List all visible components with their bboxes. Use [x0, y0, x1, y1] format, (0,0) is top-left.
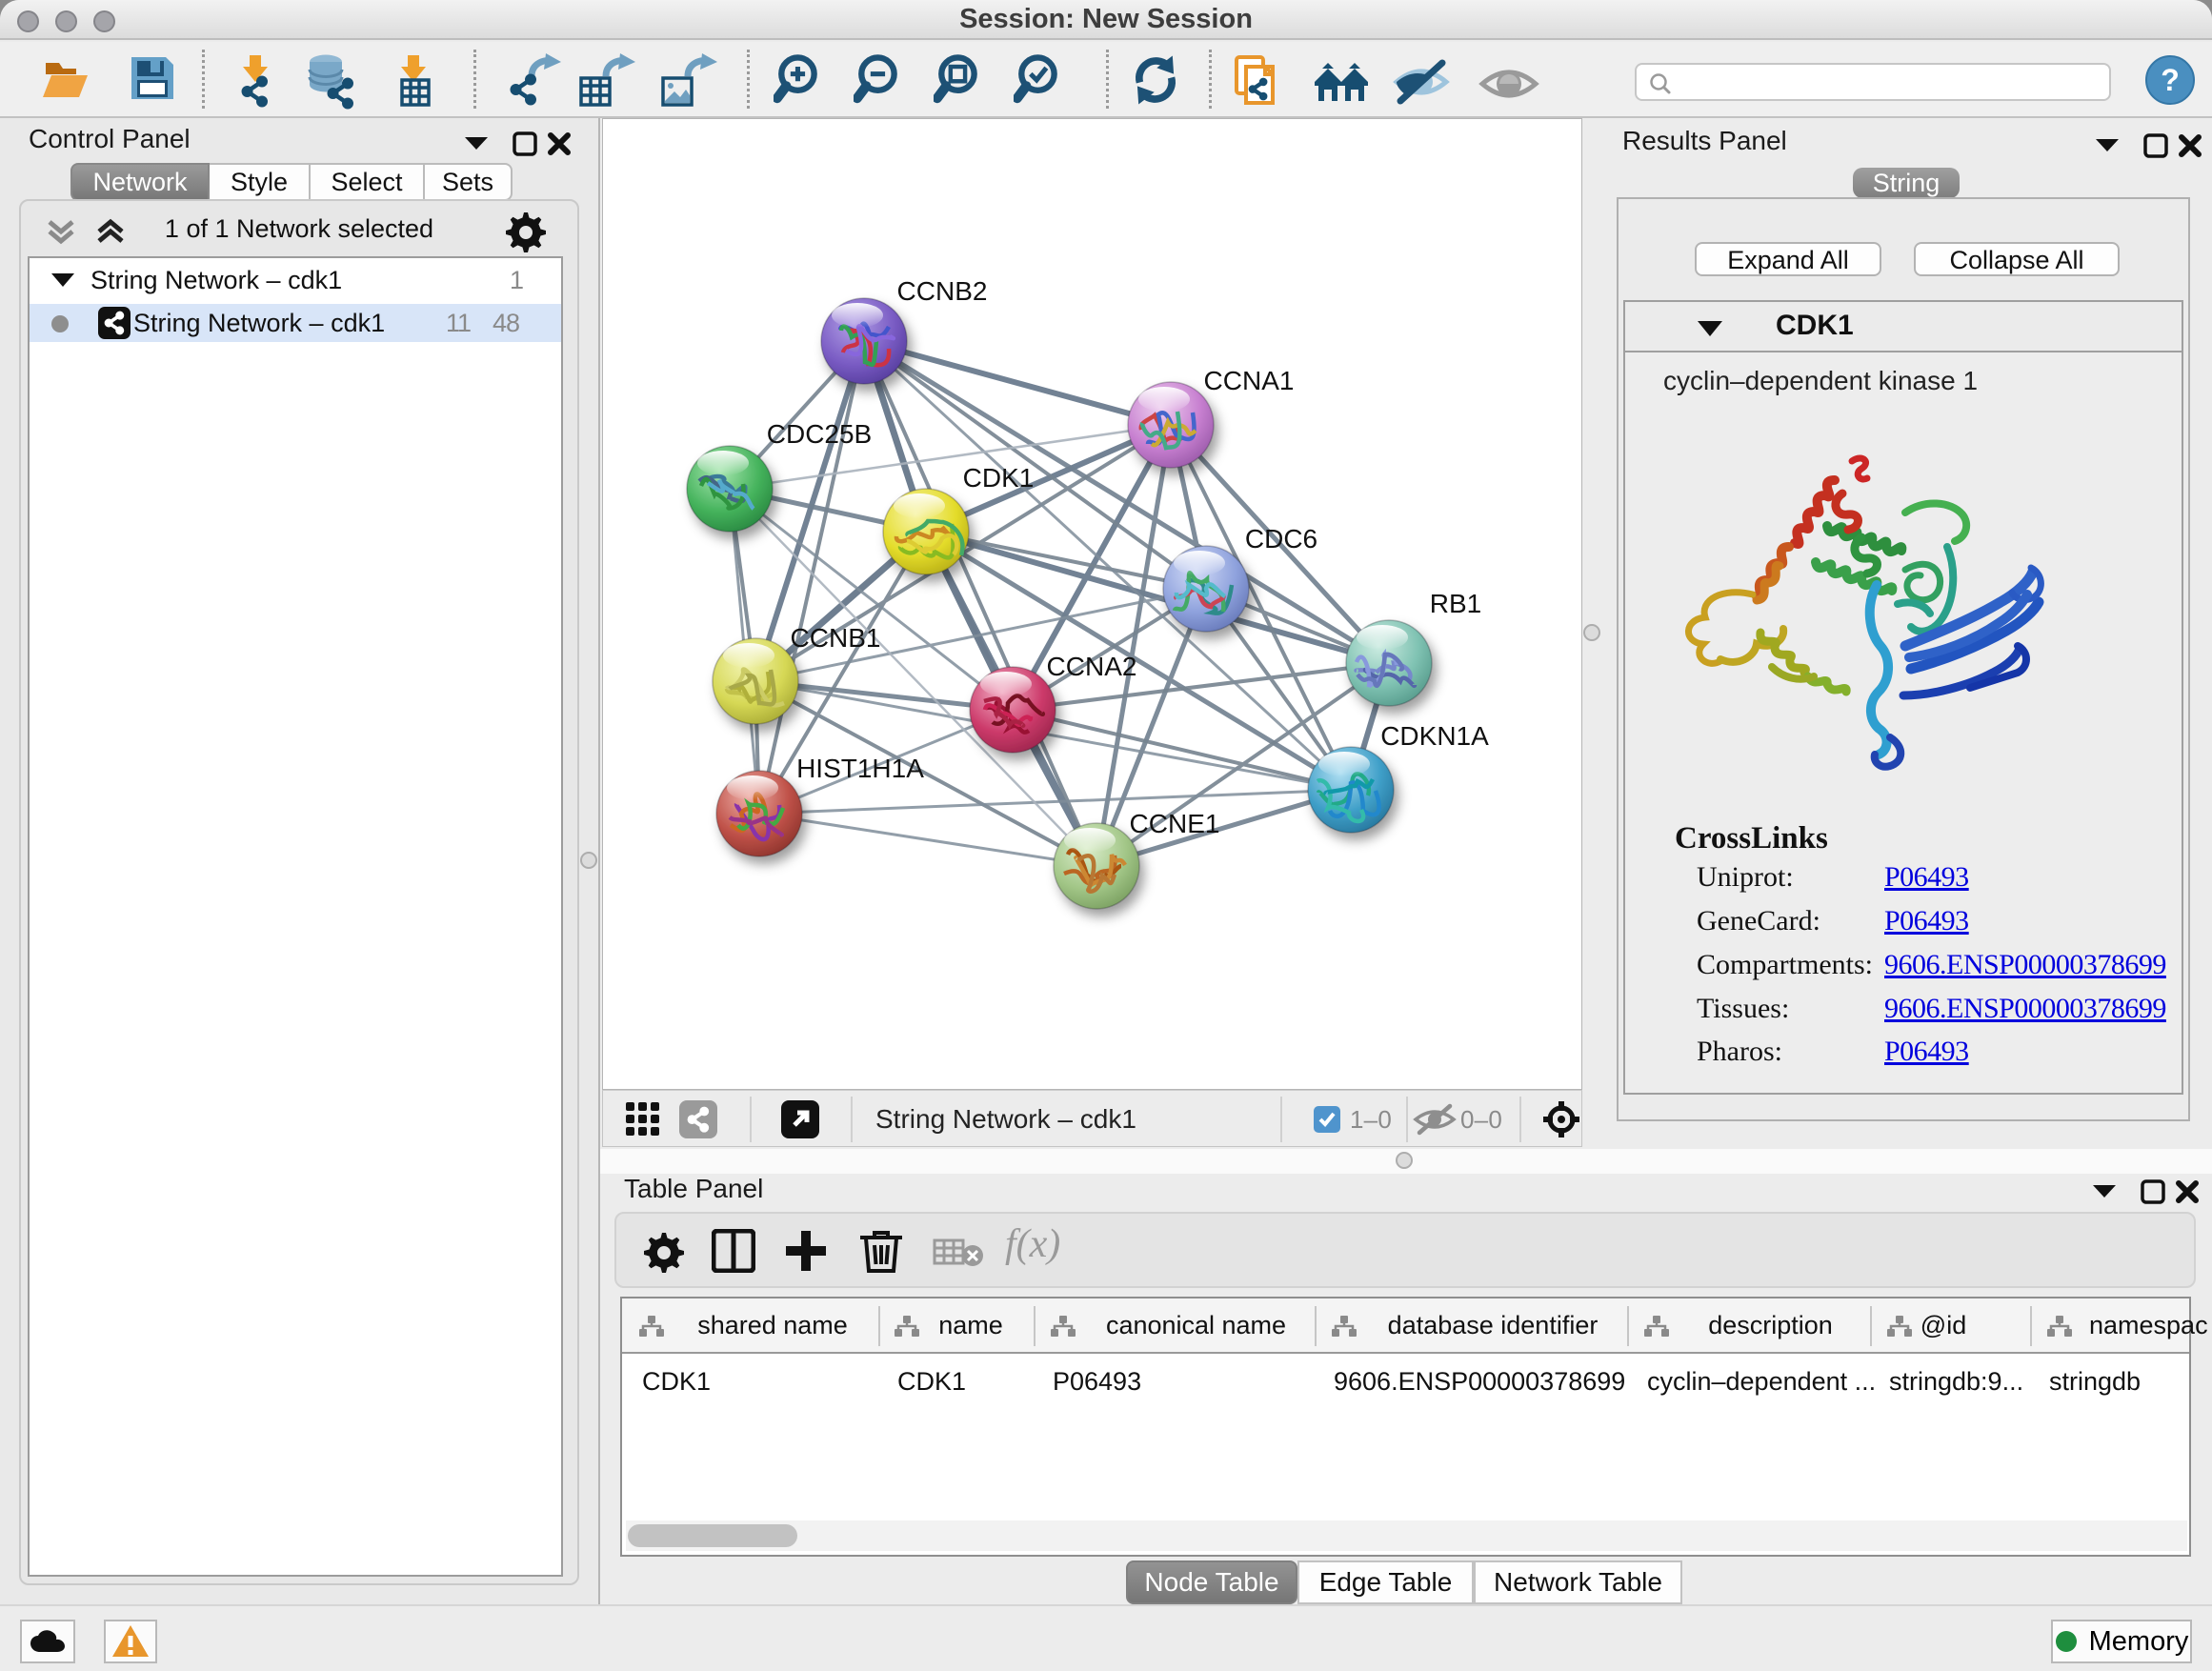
svg-text:CCNE1: CCNE1: [1130, 809, 1220, 838]
svg-text:CDK1: CDK1: [963, 463, 1035, 493]
svg-text:CDC25B: CDC25B: [767, 419, 872, 449]
svg-text:HIST1H1A: HIST1H1A: [796, 754, 924, 783]
svg-text:?: ?: [2161, 63, 2180, 97]
svg-text:CCNA2: CCNA2: [1047, 652, 1137, 681]
svg-text:CCNB2: CCNB2: [897, 276, 988, 306]
svg-text:RB1: RB1: [1430, 589, 1481, 618]
svg-text:CDC6: CDC6: [1245, 524, 1317, 554]
svg-text:CDKN1A: CDKN1A: [1380, 721, 1489, 751]
svg-text:CCNB1: CCNB1: [791, 623, 881, 653]
svg-text:CCNA1: CCNA1: [1204, 366, 1295, 395]
